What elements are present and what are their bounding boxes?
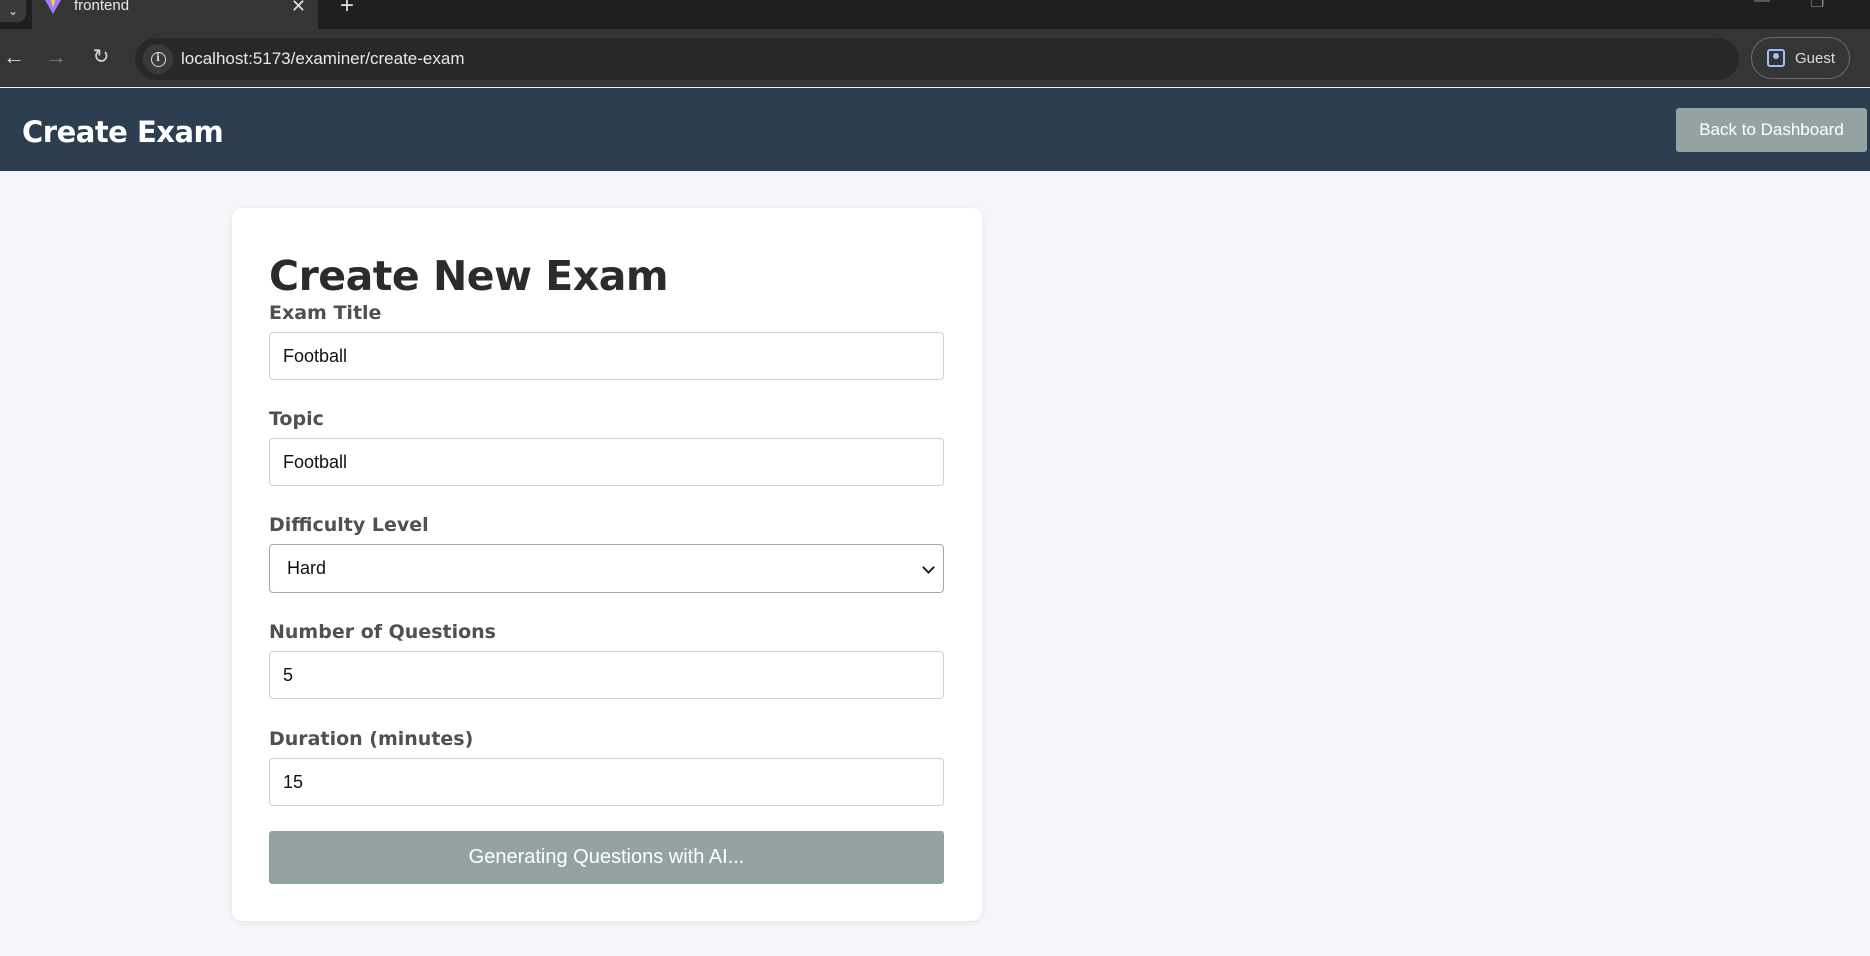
back-to-dashboard-button[interactable]: Back to Dashboard [1676, 108, 1867, 152]
exam-title-input[interactable] [269, 332, 944, 380]
create-exam-card: Create New Exam Exam Title Topic Difficu… [232, 208, 982, 921]
profile-icon [1767, 49, 1785, 67]
url-text[interactable]: localhost:5173/examiner/create-exam [181, 49, 464, 69]
duration-label: Duration (minutes) [269, 728, 474, 750]
exam-title-label: Exam Title [269, 302, 382, 324]
difficulty-label: Difficulty Level [269, 514, 429, 536]
form-title: Create New Exam [269, 252, 669, 300]
browser-toolbar: ← → ↻ i localhost:5173/examiner/create-e… [0, 29, 1870, 87]
num-questions-input[interactable] [269, 651, 944, 699]
back-arrow-icon[interactable]: ← [0, 43, 28, 71]
address-bar[interactable]: i localhost:5173/examiner/create-exam [135, 38, 1739, 80]
site-info-icon[interactable]: i [143, 44, 173, 74]
tab-title: frontend [74, 0, 130, 14]
browser-tabstrip: ⌄ frontend ✕ + — ❐ [0, 0, 1870, 29]
vite-logo-icon [45, 0, 61, 14]
generate-questions-button[interactable]: Generating Questions with AI... [269, 831, 944, 884]
difficulty-select[interactable]: Hard [269, 544, 944, 593]
minimize-icon[interactable]: — [1754, 0, 1770, 10]
profile-label: Guest [1795, 49, 1836, 67]
profile-button[interactable]: Guest [1751, 37, 1850, 79]
topic-input[interactable] [269, 438, 944, 486]
difficulty-selected-value: Hard [287, 558, 327, 578]
duration-input[interactable] [269, 758, 944, 806]
browser-tab[interactable]: frontend ✕ [32, 0, 318, 29]
reload-icon[interactable]: ↻ [87, 43, 115, 71]
topic-label: Topic [269, 408, 324, 430]
forward-arrow-icon[interactable]: → [42, 43, 70, 71]
new-tab-icon[interactable]: + [340, 0, 354, 18]
restore-icon[interactable]: ❐ [1810, 0, 1824, 12]
close-tab-icon[interactable]: ✕ [291, 0, 306, 15]
chevron-down-icon [922, 561, 935, 574]
num-questions-label: Number of Questions [269, 621, 496, 643]
tab-search-chevron-icon[interactable]: ⌄ [0, 0, 26, 22]
page-title: Create Exam [22, 115, 224, 149]
app-header: Create Exam Back to Dashboard [0, 88, 1870, 171]
